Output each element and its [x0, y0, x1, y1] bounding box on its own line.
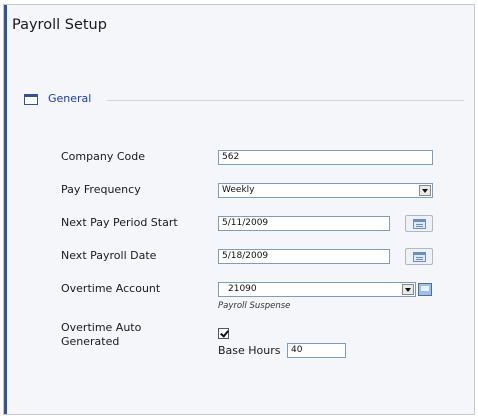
next-pay-period-start-label: Next Pay Period Start [61, 216, 178, 229]
section-label-general: General [48, 92, 92, 105]
next-payroll-date-calendar-button[interactable] [405, 248, 433, 265]
chevron-down-icon[interactable] [402, 284, 414, 295]
panel-accent-bar [4, 5, 7, 414]
pay-frequency-value: Weekly [222, 185, 255, 195]
overtime-auto-label-line1: Overtime Auto [61, 321, 142, 334]
base-hours-field[interactable]: 40 [287, 343, 346, 358]
base-hours-label: Base Hours [218, 344, 281, 357]
chevron-down-icon[interactable] [419, 185, 431, 196]
panel-icon [24, 94, 38, 105]
next-pay-period-start-calendar-button[interactable] [405, 215, 433, 232]
company-code-field[interactable]: 562 [218, 150, 433, 165]
overtime-auto-label-line2: Generated [61, 335, 120, 348]
overtime-account-label: Overtime Account [61, 282, 161, 295]
section-divider [107, 100, 464, 101]
calendar-icon [413, 219, 426, 229]
overtime-account-description: Payroll Suspense [218, 301, 291, 311]
overtime-account-select[interactable]: 21090 [218, 282, 416, 297]
pay-frequency-label: Pay Frequency [61, 183, 141, 196]
next-payroll-date-field[interactable]: 5/18/2009 [218, 249, 390, 264]
general-section-header[interactable]: General [24, 91, 464, 109]
next-payroll-date-label: Next Payroll Date [61, 249, 157, 262]
next-pay-period-start-field[interactable]: 5/11/2009 [218, 216, 390, 231]
page-title: Payroll Setup [12, 17, 107, 33]
overtime-auto-generated-label: Overtime Auto Generated [61, 321, 141, 349]
account-lookup-icon[interactable] [418, 283, 432, 296]
calendar-icon [413, 252, 426, 262]
company-code-label: Company Code [61, 150, 145, 163]
overtime-auto-generated-checkbox[interactable] [218, 328, 229, 339]
payroll-setup-panel: Payroll Setup General Company Code 562 P… [3, 4, 475, 415]
pay-frequency-select[interactable]: Weekly [218, 183, 433, 198]
overtime-account-value: 21090 [228, 284, 257, 294]
